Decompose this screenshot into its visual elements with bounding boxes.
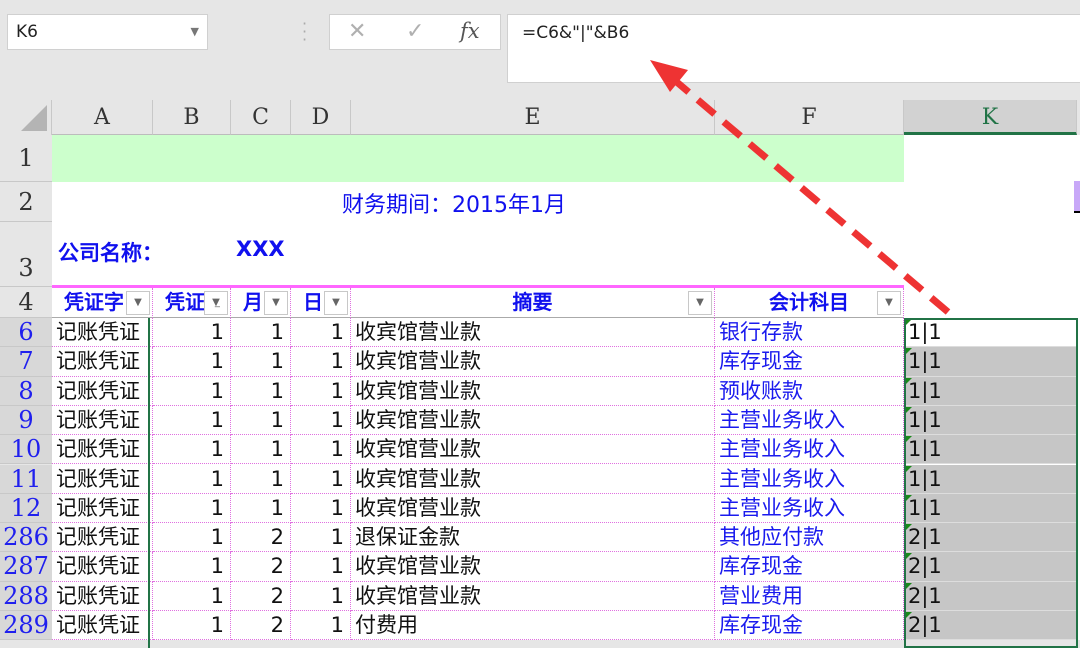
arrow-shaft xyxy=(669,75,951,315)
annotation-arrow xyxy=(650,60,951,315)
